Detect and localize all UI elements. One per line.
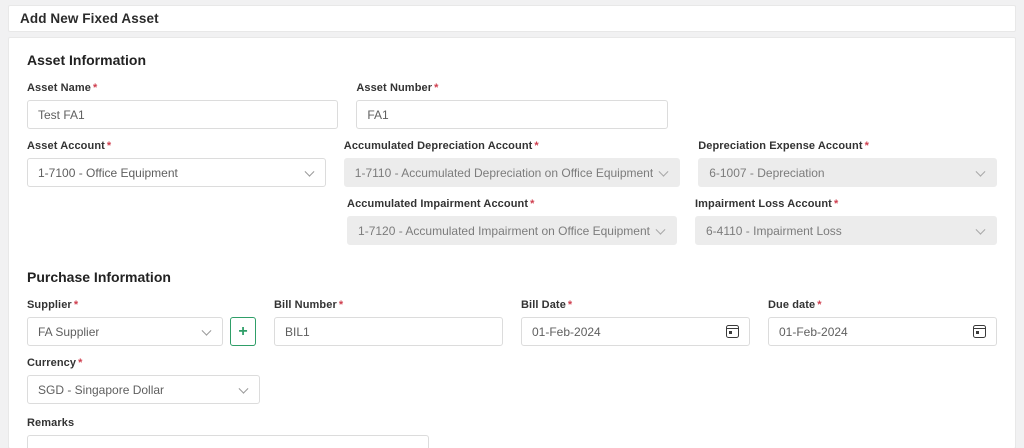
required-asterisk: * bbox=[73, 299, 79, 311]
section-asset-information: Asset Information Asset Name* Asset Numb… bbox=[20, 52, 1004, 245]
field-due-date: Due date * 01-Feb-2024 bbox=[768, 299, 997, 346]
field-asset-account: Asset Account * 1-7100 - Office Equipment bbox=[27, 140, 326, 187]
field-accumulated-depreciation-account: Accumulated Depreciation Account * 1-7110… bbox=[343, 140, 681, 187]
due-date-input[interactable]: 01-Feb-2024 bbox=[768, 317, 997, 346]
section-purchase-information: Purchase Information Supplier * FA Suppli… bbox=[20, 269, 1004, 448]
plus-icon: + bbox=[238, 322, 248, 340]
required-asterisk: * bbox=[817, 299, 822, 311]
accumulated-depreciation-account-value: 1-7110 - Accumulated Depreciation on Off… bbox=[354, 165, 654, 180]
required-asterisk: * bbox=[864, 140, 869, 152]
accumulated-depreciation-account-select: 1-7110 - Accumulated Depreciation on Off… bbox=[343, 158, 681, 187]
asset-number-label: Asset Number * bbox=[356, 82, 439, 94]
calendar-icon[interactable] bbox=[973, 325, 986, 338]
page-title: Add New Fixed Asset bbox=[20, 11, 159, 26]
chevron-down-icon bbox=[238, 383, 249, 394]
remarks-wrapper bbox=[27, 435, 429, 448]
field-asset-number: Asset Number * bbox=[356, 82, 668, 129]
purchase-info-row-3: Remarks bbox=[27, 417, 997, 448]
remarks-label: Remarks bbox=[27, 417, 75, 429]
page: Add New Fixed Asset Asset Information As… bbox=[0, 0, 1024, 448]
impairment-loss-account-value: 6-4110 - Impairment Loss bbox=[705, 223, 842, 238]
chevron-down-icon bbox=[975, 224, 986, 235]
asset-information-heading: Asset Information bbox=[27, 52, 147, 68]
asset-account-select[interactable]: 1-7100 - Office Equipment bbox=[27, 158, 326, 187]
accumulated-depreciation-account-label: Accumulated Depreciation Account * bbox=[343, 140, 539, 152]
supplier-value: FA Supplier bbox=[38, 324, 100, 339]
asset-info-row-1: Asset Name* Asset Number* bbox=[27, 82, 997, 129]
depreciation-expense-account-select: 6-1007 - Depreciation bbox=[698, 158, 997, 187]
fixed-asset-form: Asset Information Asset Name* Asset Numb… bbox=[8, 37, 1016, 448]
depreciation-expense-account-value: 6-1007 - Depreciation bbox=[709, 165, 825, 180]
purchase-info-row-1: Supplier * FA Supplier + Bill Number * Bil… bbox=[27, 299, 997, 346]
bill-date-value: 01-Feb-2024 bbox=[532, 324, 601, 339]
purchase-information-heading: Purchase Information bbox=[27, 269, 171, 285]
bill-date-label: Bill Date * bbox=[521, 299, 573, 311]
required-asterisk: * bbox=[338, 299, 344, 311]
purchase-info-row-2: Currency * SGD - Singapore Dollar bbox=[27, 357, 260, 404]
required-asterisk: * bbox=[567, 299, 573, 311]
accumulated-impairment-account-value: 1-7120 - Accumulated Impairment on Offic… bbox=[358, 223, 650, 238]
depreciation-expense-account-label: Depreciation Expense Account * bbox=[698, 140, 869, 152]
asset-name-input[interactable] bbox=[27, 100, 339, 129]
field-accumulated-impairment-account: Accumulated Impairment Account * 1-7120 -… bbox=[347, 198, 677, 245]
asset-name-label: Asset Name * bbox=[27, 82, 98, 94]
required-asterisk: * bbox=[106, 140, 112, 152]
supplier-select[interactable]: FA Supplier bbox=[27, 317, 223, 346]
field-asset-name: Asset Name * bbox=[27, 82, 339, 129]
impairment-loss-account-select: 6-4110 - Impairment Loss bbox=[694, 216, 997, 245]
currency-select[interactable]: SGD - Singapore Dollar bbox=[27, 375, 260, 404]
chevron-down-icon bbox=[655, 224, 666, 235]
bill-number-input[interactable] bbox=[274, 317, 503, 346]
asset-account-value: 1-7100 - Office Equipment bbox=[38, 165, 178, 180]
required-asterisk: * bbox=[534, 140, 539, 152]
required-asterisk: * bbox=[92, 82, 98, 94]
currency-label: Currency * bbox=[27, 357, 83, 369]
required-asterisk: * bbox=[434, 82, 439, 94]
accumulated-impairment-account-label: Accumulated Impairment Account * bbox=[347, 198, 535, 210]
field-bill-date: Bill Date * 01-Feb-2024 bbox=[521, 299, 750, 346]
field-remarks: Remarks bbox=[27, 417, 997, 448]
required-asterisk: * bbox=[530, 198, 535, 210]
due-date-label: Due date * bbox=[768, 299, 822, 311]
chevron-down-icon bbox=[658, 166, 669, 177]
add-supplier-button[interactable]: + bbox=[230, 317, 256, 346]
required-asterisk: * bbox=[78, 357, 83, 369]
remarks-textarea[interactable] bbox=[27, 435, 429, 448]
field-bill-number: Bill Number * bbox=[274, 299, 503, 346]
bill-number-label: Bill Number * bbox=[274, 299, 344, 311]
asset-account-label: Asset Account * bbox=[27, 140, 112, 152]
impairment-loss-account-label: Impairment Loss Account * bbox=[694, 198, 839, 210]
supplier-group: FA Supplier + bbox=[27, 317, 256, 346]
field-impairment-loss-account: Impairment Loss Account * 6-4110 - Impair… bbox=[694, 198, 997, 245]
bill-date-input[interactable]: 01-Feb-2024 bbox=[521, 317, 750, 346]
field-depreciation-expense-account: Depreciation Expense Account * 6-1007 - D… bbox=[698, 140, 997, 187]
due-date-value: 01-Feb-2024 bbox=[779, 324, 848, 339]
supplier-label: Supplier * bbox=[27, 299, 79, 311]
page-header: Add New Fixed Asset bbox=[8, 5, 1016, 32]
field-supplier: Supplier * FA Supplier + bbox=[27, 299, 256, 346]
asset-info-row-2: Asset Account * 1-7100 - Office Equipment… bbox=[27, 140, 997, 187]
asset-info-row-3: Accumulated Impairment Account * 1-7120 -… bbox=[27, 198, 997, 245]
currency-value: SGD - Singapore Dollar bbox=[38, 382, 165, 397]
calendar-icon[interactable] bbox=[726, 325, 739, 338]
chevron-down-icon bbox=[975, 166, 986, 177]
accumulated-impairment-account-select: 1-7120 - Accumulated Impairment on Offic… bbox=[347, 216, 677, 245]
asset-number-input[interactable] bbox=[356, 100, 668, 129]
field-currency: Currency * SGD - Singapore Dollar bbox=[27, 357, 260, 404]
required-asterisk: * bbox=[833, 198, 839, 210]
chevron-down-icon bbox=[304, 166, 315, 177]
chevron-down-icon bbox=[201, 325, 212, 336]
